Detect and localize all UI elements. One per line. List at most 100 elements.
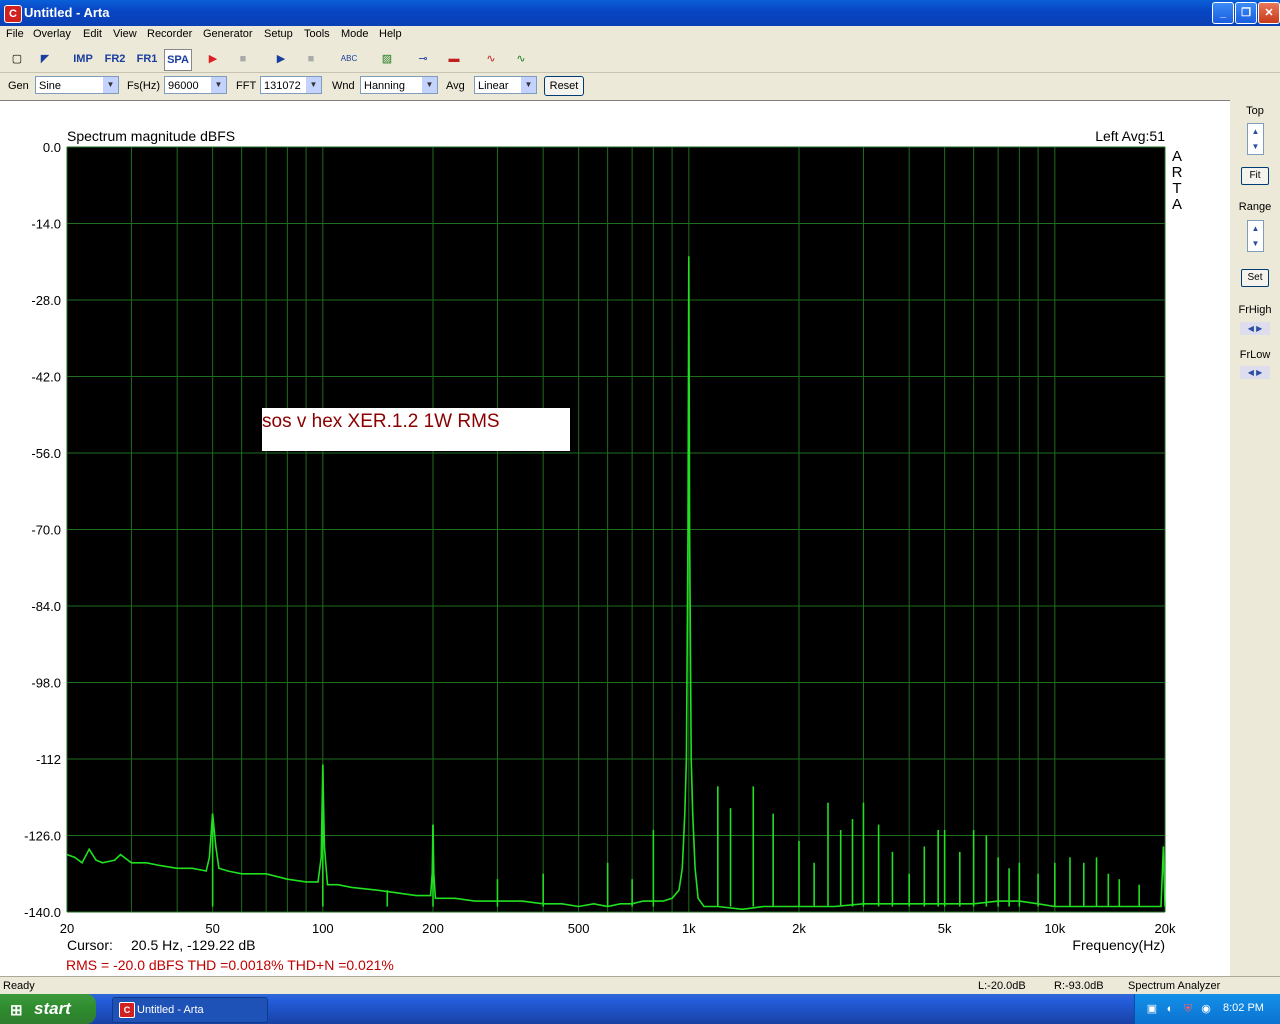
avg-select[interactable]: Linear ▼ (474, 76, 537, 94)
stop-icon[interactable]: ■ (232, 49, 254, 69)
avg-label: Avg (446, 80, 465, 92)
x-tick-label: 20 (60, 921, 74, 936)
x-tick-label: 2k (792, 921, 806, 936)
range-label: Range (1238, 201, 1272, 213)
wnd-select[interactable]: Hanning ▼ (360, 76, 438, 94)
frlow-label: FrLow (1239, 349, 1271, 361)
menu-edit[interactable]: Edit (83, 28, 102, 40)
status-right-level: R:-93.0dB (1054, 980, 1104, 992)
params-bar: Gen Sine ▼ Fs(Hz) 96000 ▼ FFT 131072 ▼ Wnd … (0, 74, 1280, 98)
brand-letter: R (1172, 164, 1183, 181)
taskbar: ⊞ start C Untitled - Arta ▣ ◐ ⛨ ◉ 8:02 P… (0, 994, 1280, 1024)
frlow-arrows[interactable]: ◀ ▶ (1240, 366, 1270, 379)
top-spinner[interactable]: ▲ ▼ (1247, 123, 1264, 155)
x-tick-label: 5k (938, 921, 952, 936)
menu-tools[interactable]: Tools (304, 28, 330, 40)
channel-info: Left Avg:51 (1095, 128, 1165, 144)
status-left-level: L:-20.0dB (978, 980, 1026, 992)
y-tick-label: -98.0 (31, 676, 61, 691)
system-tray: ▣ ◐ ⛨ ◉ 8:02 PM (1134, 994, 1280, 1024)
x-tick-label: 200 (422, 921, 444, 936)
brand-letter: A (1172, 196, 1182, 213)
minimize-button[interactable]: _ (1212, 2, 1234, 24)
fs-select[interactable]: 96000 ▼ (164, 76, 227, 94)
y-tick-label: -84.0 (31, 599, 61, 614)
meter-icon[interactable]: ▬ (443, 49, 465, 69)
title-bar: C Untitled - Arta _ ❐ ✕ (0, 0, 1280, 26)
network-icon[interactable]: ▣ (1145, 1002, 1159, 1016)
taskbar-item-arta[interactable]: C Untitled - Arta (112, 997, 268, 1023)
y-tick-label: -56.0 (31, 446, 61, 461)
y-tick-label: -70.0 (31, 523, 61, 538)
gen-select[interactable]: Sine ▼ (35, 76, 119, 94)
right-control-panel: Top ▲ ▼ Fit Range ▲ ▼ Set FrHigh ◀ ▶ FrLow… (1230, 100, 1280, 976)
fr1-button[interactable]: FR1 (134, 49, 160, 69)
menu-bar: File Overlay Edit View Recorder Generato… (0, 26, 1280, 44)
wnd-label: Wnd (332, 80, 355, 92)
fs-label: Fs(Hz) (127, 80, 160, 92)
open-icon[interactable]: ◤ (34, 49, 56, 69)
range-spinner[interactable]: ▲ ▼ (1247, 220, 1264, 252)
measurements-readout: RMS = -20.0 dBFS THD =0.0018% THD+N =0.0… (66, 957, 394, 973)
fit-button[interactable]: Fit (1241, 167, 1269, 185)
fr2-button[interactable]: FR2 (102, 49, 128, 69)
menu-setup[interactable]: Setup (264, 28, 293, 40)
shield-icon[interactable]: ⛨ (1181, 1002, 1195, 1016)
x-tick-label: 10k (1044, 921, 1065, 936)
top-label: Top (1246, 105, 1264, 117)
x-tick-label: 20k (1155, 921, 1176, 936)
menu-recorder[interactable]: Recorder (147, 28, 192, 40)
x-tick-label: 500 (568, 921, 590, 936)
annotation-text: sos v hex XER.1.2 1W RMS (262, 411, 500, 432)
volume-icon[interactable]: ◐ (1163, 1002, 1177, 1016)
maximize-button[interactable]: ❐ (1235, 2, 1257, 24)
start-button[interactable]: ⊞ start (0, 994, 96, 1024)
chevron-down-icon: ▼ (422, 77, 437, 93)
fft-label: FFT (236, 80, 257, 92)
spectrum-chart[interactable]: Spectrum magnitude dBFS Left Avg:51 ARTA… (0, 101, 1230, 977)
chart-title: Spectrum magnitude dBFS (67, 128, 235, 144)
menu-help[interactable]: Help (379, 28, 402, 40)
y-tick-label: -28.0 (31, 293, 61, 308)
x-axis-label: Frequency(Hz) (1072, 937, 1165, 953)
menu-mode[interactable]: Mode (341, 28, 369, 40)
stop-playback-icon[interactable]: ■ (300, 49, 322, 69)
spa-button[interactable]: SPA (164, 49, 192, 71)
y-tick-label: -112 (36, 752, 61, 767)
clock: 8:02 PM (1223, 1002, 1264, 1014)
chevron-down-icon: ▼ (521, 77, 536, 93)
window-title: Untitled - Arta (24, 5, 110, 20)
menu-generator[interactable]: Generator (203, 28, 253, 40)
new-file-icon[interactable]: ▢ (6, 49, 28, 69)
reset-button[interactable]: Reset (544, 76, 584, 96)
abc-icon[interactable]: ABC (338, 49, 360, 69)
status-mode: Spectrum Analyzer (1128, 980, 1221, 992)
chevron-down-icon: ▼ (306, 77, 321, 93)
set-button[interactable]: Set (1241, 269, 1269, 287)
imp-button[interactable]: IMP (70, 49, 96, 69)
generator-icon[interactable]: ∿ (510, 49, 532, 69)
x-tick-label: 50 (205, 921, 219, 936)
y-tick-label: -126.0 (24, 829, 61, 844)
app-icon: C (119, 1002, 135, 1018)
fft-select[interactable]: 131072 ▼ (260, 76, 322, 94)
slider-icon[interactable]: ⊸ (412, 49, 434, 69)
wave-icon[interactable]: ▨ (376, 49, 398, 69)
scope-icon[interactable]: ∿ (480, 49, 502, 69)
menu-overlay[interactable]: Overlay (33, 28, 71, 40)
gen-label: Gen (8, 80, 29, 92)
chevron-down-icon: ▼ (103, 77, 118, 93)
play-icon[interactable]: ▶ (270, 49, 292, 69)
frhigh-arrows[interactable]: ◀ ▶ (1240, 322, 1270, 335)
brand-letter: A (1172, 148, 1182, 165)
record-icon[interactable]: ▶ (202, 49, 224, 69)
plot-panel: Spectrum magnitude dBFS Left Avg:51 ARTA… (0, 100, 1230, 977)
app-icon[interactable]: C (4, 5, 22, 23)
start-label: start (34, 999, 71, 1018)
menu-file[interactable]: File (6, 28, 24, 40)
close-button[interactable]: ✕ (1258, 2, 1280, 24)
menu-view[interactable]: View (113, 28, 137, 40)
y-tick-label: -14.0 (31, 217, 61, 232)
antivirus-icon[interactable]: ◉ (1199, 1002, 1213, 1016)
toolbar: ▢ ◤ IMP FR2 FR1 SPA ▶ ■ ▶ ■ ABC ▨ ⊸ ▬ ∿ … (0, 46, 1280, 73)
